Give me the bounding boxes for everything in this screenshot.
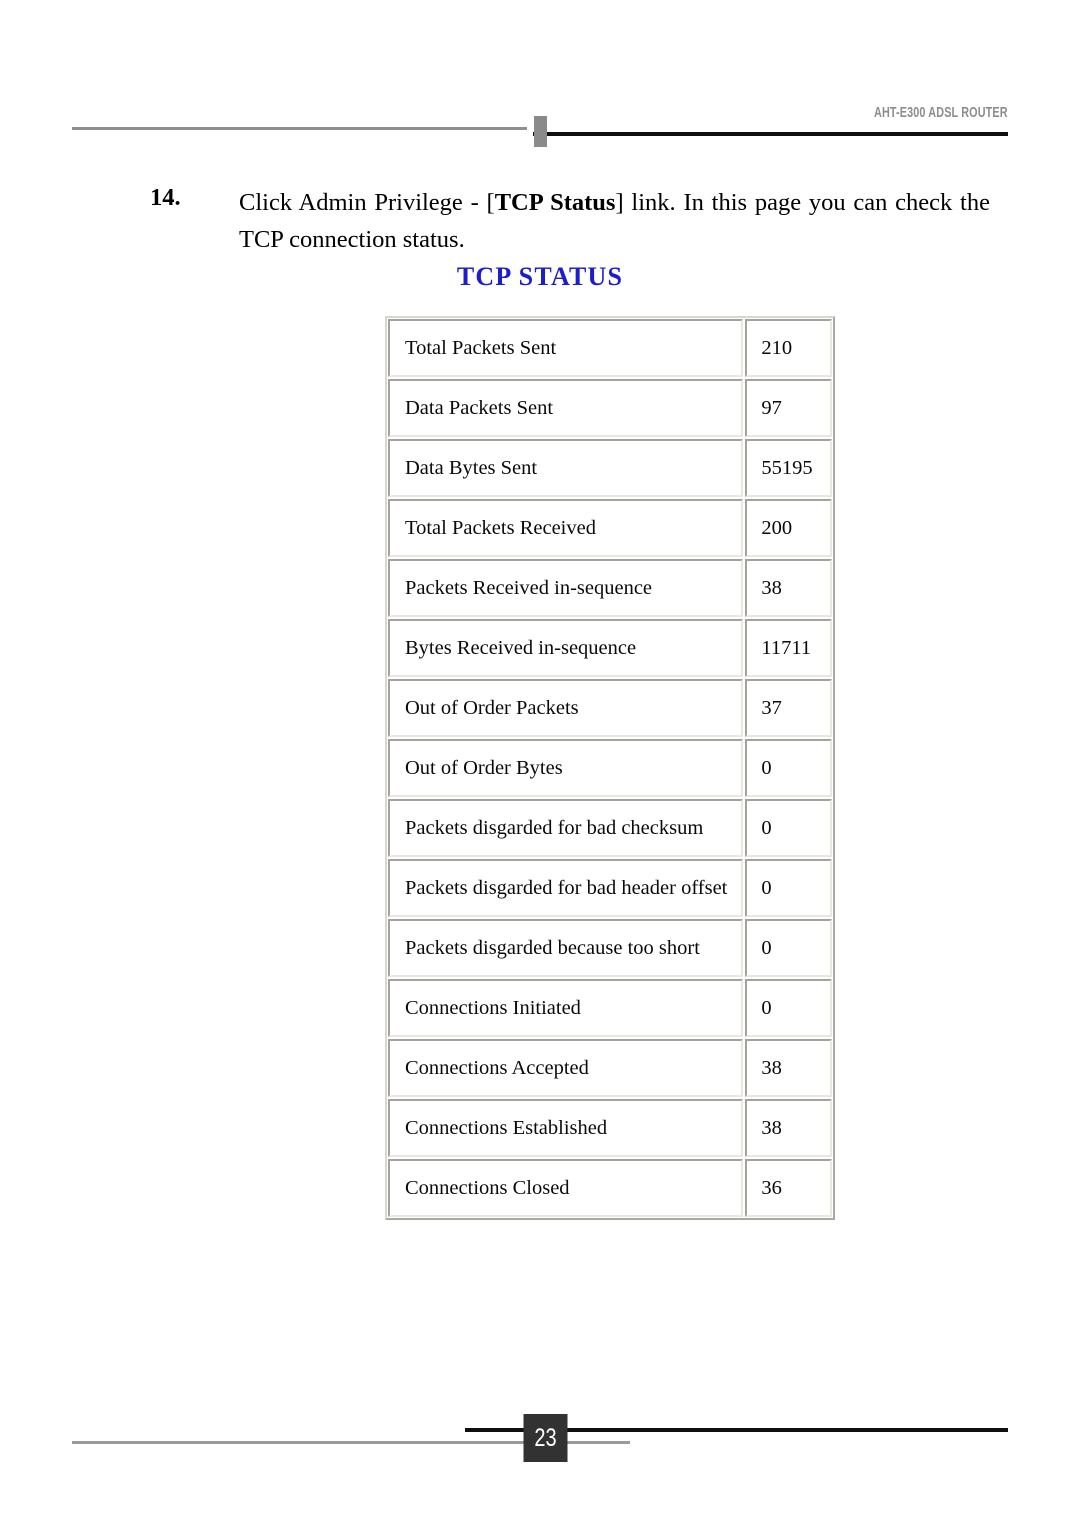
table-cell-value: 0 (745, 799, 832, 857)
table-cell-label: Out of Order Packets (388, 679, 744, 737)
instruction-text: Click Admin Privilege - [TCP Status] lin… (239, 184, 990, 258)
table-row: Connections Closed 36 (387, 1158, 833, 1218)
table-cell-label: Packets disgarded for bad checksum (388, 799, 744, 857)
instruction-block: 14. Click Admin Privilege - [TCP Status]… (150, 184, 990, 258)
table-row: Connections Accepted 38 (387, 1038, 833, 1098)
header-tick-mark (534, 116, 547, 147)
table-row: Connections Initiated 0 (387, 978, 833, 1038)
table-cell-value: 210 (745, 319, 832, 377)
instruction-number: 14. (150, 184, 181, 211)
table-cell-value: 11711 (745, 619, 832, 677)
tcp-status-table: Total Packets Sent 210 Data Packets Sent 97… (385, 316, 835, 1220)
table-row: Packets disgarded for bad checksum 0 (387, 798, 833, 858)
table-cell-label: Connections Initiated (388, 979, 744, 1037)
table-cell-label: Packets Received in-sequence (388, 559, 744, 617)
table-cell-label: Total Packets Received (388, 499, 744, 557)
table-row: Data Packets Sent 97 (387, 378, 833, 438)
table-cell-value: 0 (745, 859, 832, 917)
header-rule-black (533, 132, 1008, 136)
table-cell-value: 97 (745, 379, 832, 437)
instruction-text-part1: Click Admin Privilege - [ (239, 189, 495, 216)
table-cell-label: Connections Closed (388, 1159, 744, 1217)
table-cell-value: 38 (745, 1039, 832, 1097)
table-cell-label: Connections Established (388, 1099, 744, 1157)
table-row: Out of Order Packets 37 (387, 678, 833, 738)
table-row: Connections Established 38 (387, 1098, 833, 1158)
table-cell-value: 200 (745, 499, 832, 557)
table-cell-value: 38 (745, 1099, 832, 1157)
table-cell-value: 0 (745, 739, 832, 797)
page-header: AHT-E300 ADSL ROUTER (0, 0, 1080, 160)
table-cell-label: Out of Order Bytes (388, 739, 744, 797)
table-cell-label: Bytes Received in-sequence (388, 619, 744, 677)
tcp-status-title: TCP STATUS (456, 262, 624, 291)
table-cell-label: Packets disgarded for bad header offset (388, 859, 744, 917)
table-row: Packets disgarded because too short 0 (387, 918, 833, 978)
table-cell-value: 38 (745, 559, 832, 617)
table-cell-value: 37 (745, 679, 832, 737)
table-cell-value: 0 (745, 919, 832, 977)
table-cell-label: Total Packets Sent (388, 319, 744, 377)
table-row: Bytes Received in-sequence 11711 (387, 618, 833, 678)
table-cell-label: Connections Accepted (388, 1039, 744, 1097)
table-row: Packets Received in-sequence 38 (387, 558, 833, 618)
table-cell-value: 55195 (745, 439, 832, 497)
table-cell-value: 36 (745, 1159, 832, 1217)
instruction-text-bold: TCP Status (494, 189, 616, 216)
header-rule-gray (72, 127, 527, 130)
table-cell-label: Data Bytes Sent (388, 439, 744, 497)
table-row: Total Packets Received 200 (387, 498, 833, 558)
table-cell-label: Data Packets Sent (388, 379, 744, 437)
header-product-title: AHT-E300 ADSL ROUTER (874, 104, 1008, 121)
table-row: Packets disgarded for bad header offset 0 (387, 858, 833, 918)
table-cell-label: Packets disgarded because too short (388, 919, 744, 977)
table-row: Data Bytes Sent 55195 (387, 438, 833, 498)
page-number: 23 (523, 1414, 568, 1462)
table-row: Out of Order Bytes 0 (387, 738, 833, 798)
table-cell-value: 0 (745, 979, 832, 1037)
table-row: Total Packets Sent 210 (387, 318, 833, 378)
